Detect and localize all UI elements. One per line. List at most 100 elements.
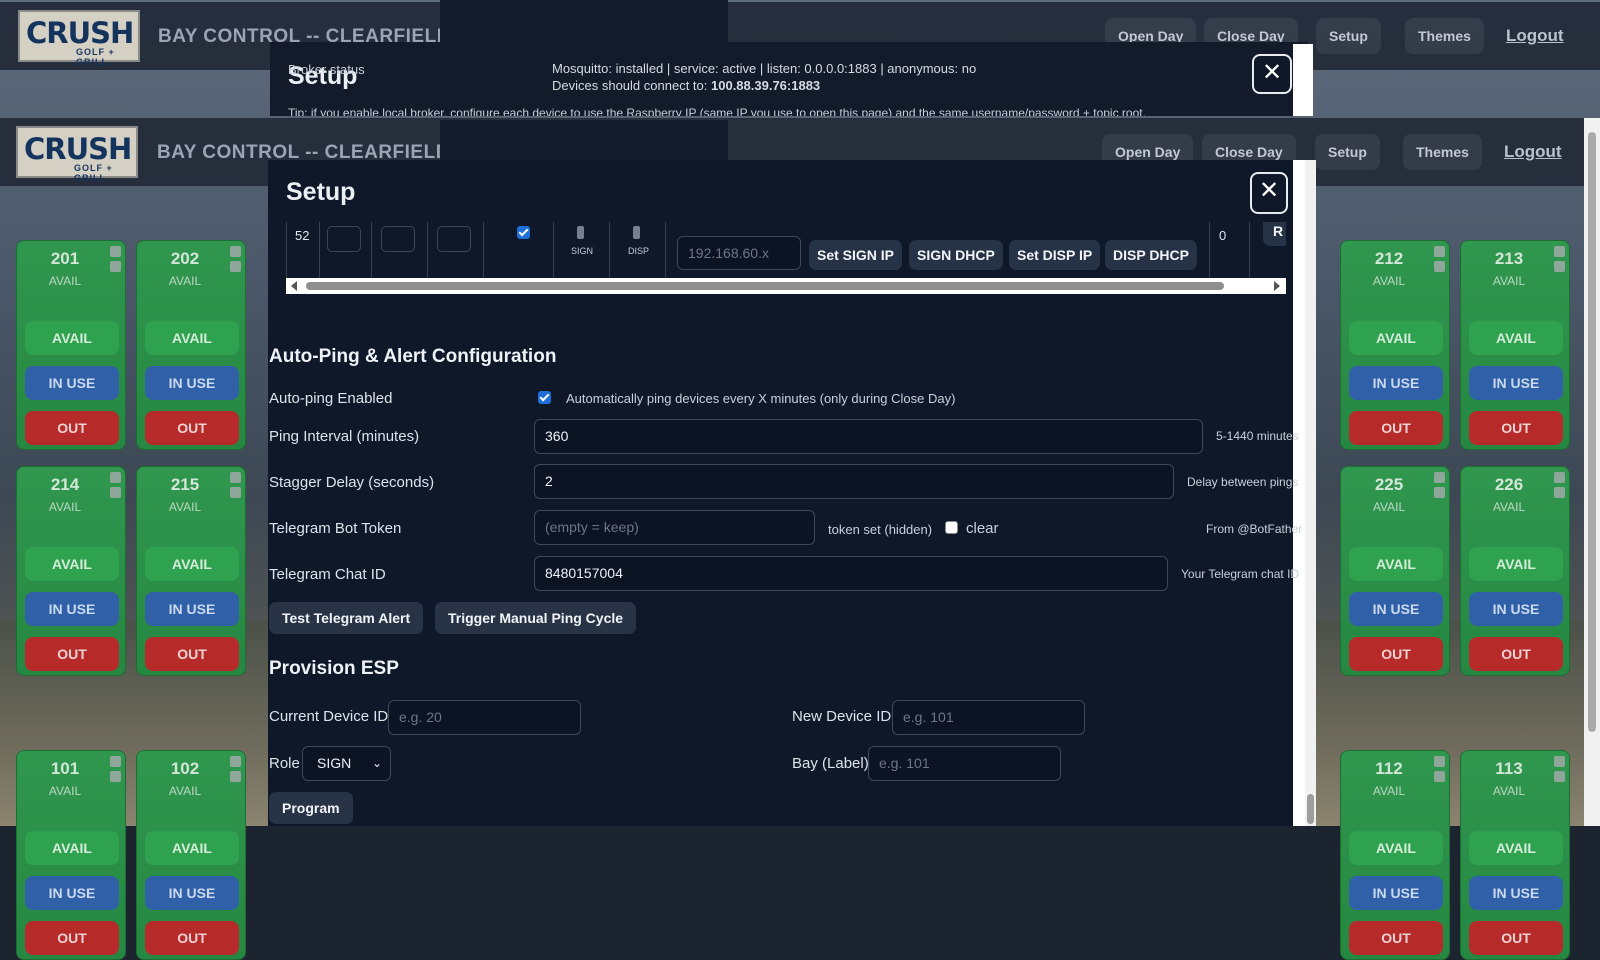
- themes-button[interactable]: Themes: [1405, 18, 1484, 54]
- bay-in-use-button[interactable]: IN USE: [1469, 366, 1563, 400]
- bay-out-button[interactable]: OUT: [1469, 921, 1563, 955]
- bay-in-use-button[interactable]: IN USE: [1349, 592, 1443, 626]
- bay-avail-button[interactable]: AVAIL: [1469, 831, 1563, 865]
- bay-in-use-button[interactable]: IN USE: [1349, 876, 1443, 910]
- bay-card: 215 AVAIL AVAIL IN USE OUT: [136, 466, 246, 676]
- bay-avail-button[interactable]: AVAIL: [145, 547, 239, 581]
- bay-label-input[interactable]: e.g. 101: [868, 746, 1061, 781]
- bay-avail-button[interactable]: AVAIL: [145, 321, 239, 355]
- sign-dhcp-button[interactable]: SIGN DHCP: [909, 240, 1003, 270]
- program-button[interactable]: Program: [269, 792, 353, 824]
- status-dot-icon: [110, 487, 121, 498]
- device-field-1[interactable]: [327, 226, 361, 252]
- connect-address: 100.88.39.76:1883: [711, 78, 821, 93]
- autoping-enabled-checkbox[interactable]: [538, 391, 551, 404]
- ping-interval-input[interactable]: 360: [534, 419, 1203, 454]
- logout-link[interactable]: Logout: [1504, 142, 1562, 162]
- bay-out-button[interactable]: OUT: [25, 921, 119, 955]
- bay-number: 212: [1374, 249, 1404, 268]
- bay-state: AVAIL: [48, 784, 82, 798]
- bay-out-button[interactable]: OUT: [1349, 411, 1443, 445]
- bay-out-button[interactable]: OUT: [145, 921, 239, 955]
- table-horizontal-scrollbar[interactable]: [286, 278, 1286, 294]
- logo-text: CRUSH: [26, 16, 134, 50]
- set-disp-ip-button[interactable]: Set DISP IP: [1009, 240, 1101, 270]
- telegram-chat-input[interactable]: 8480157004: [534, 556, 1168, 591]
- disp-dhcp-button[interactable]: DISP DHCP: [1105, 240, 1197, 270]
- bay-card: 214 AVAIL AVAIL IN USE OUT: [16, 466, 126, 676]
- stagger-delay-input[interactable]: 2: [534, 464, 1174, 499]
- current-device-input[interactable]: e.g. 20: [388, 700, 581, 735]
- telegram-token-input[interactable]: (empty = keep): [534, 510, 815, 545]
- logout-link[interactable]: Logout: [1506, 26, 1564, 46]
- bay-card: 202 AVAIL AVAIL IN USE OUT: [136, 240, 246, 450]
- setup-button[interactable]: Setup: [1316, 18, 1381, 54]
- set-sign-ip-button[interactable]: Set SIGN IP: [809, 240, 903, 270]
- clear-token-checkbox[interactable]: [945, 521, 958, 534]
- bay-in-use-button[interactable]: IN USE: [145, 366, 239, 400]
- device-enabled-checkbox[interactable]: [517, 226, 530, 239]
- setup-button[interactable]: Setup: [1315, 134, 1380, 170]
- test-telegram-alert-button[interactable]: Test Telegram Alert: [269, 602, 424, 634]
- scroll-right-icon[interactable]: [1274, 281, 1280, 291]
- modal-vertical-scrollbar[interactable]: [1305, 160, 1316, 826]
- chevron-down-icon: ⌄: [371, 756, 382, 770]
- bay-avail-button[interactable]: AVAIL: [1469, 321, 1563, 355]
- scroll-left-icon[interactable]: [291, 281, 297, 291]
- bay-in-use-button[interactable]: IN USE: [145, 592, 239, 626]
- bay-card: 213 AVAIL AVAIL IN USE OUT: [1460, 240, 1570, 450]
- bay-in-use-button[interactable]: IN USE: [1469, 876, 1563, 910]
- logo-text: CRUSH: [24, 132, 132, 166]
- bay-out-button[interactable]: OUT: [25, 637, 119, 671]
- trigger-ping-cycle-button[interactable]: Trigger Manual Ping Cycle: [435, 602, 637, 634]
- bay-in-use-button[interactable]: IN USE: [1349, 366, 1443, 400]
- bay-out-button[interactable]: OUT: [145, 411, 239, 445]
- row-action-button[interactable]: R: [1263, 222, 1286, 246]
- bay-state: AVAIL: [48, 500, 82, 514]
- close-icon[interactable]: ✕: [1250, 172, 1288, 214]
- status-dot-icon: [1434, 261, 1445, 272]
- autoping-enabled-label: Auto-ping Enabled: [269, 390, 393, 407]
- bay-number: 101: [50, 759, 80, 778]
- scroll-thumb[interactable]: [306, 282, 1224, 290]
- status-dot-icon: [1434, 756, 1445, 767]
- bay-state: AVAIL: [168, 500, 202, 514]
- bay-out-button[interactable]: OUT: [1469, 637, 1563, 671]
- bay-number: 225: [1374, 475, 1404, 494]
- bay-avail-button[interactable]: AVAIL: [145, 831, 239, 865]
- bay-out-button[interactable]: OUT: [1469, 411, 1563, 445]
- bay-out-button[interactable]: OUT: [1349, 921, 1443, 955]
- close-icon[interactable]: ✕: [1252, 54, 1292, 94]
- bay-number: 215: [170, 475, 200, 494]
- bay-in-use-button[interactable]: IN USE: [1469, 592, 1563, 626]
- bay-in-use-button[interactable]: IN USE: [25, 876, 119, 910]
- device-field-3[interactable]: [437, 226, 471, 252]
- bay-out-button[interactable]: OUT: [25, 411, 119, 445]
- bay-in-use-button[interactable]: IN USE: [25, 366, 119, 400]
- modal-scroll-thumb[interactable]: [1307, 794, 1314, 824]
- role-value: SIGN: [317, 755, 352, 771]
- bay-card: 102 AVAIL AVAIL IN USE OUT: [136, 750, 246, 960]
- bay-avail-button[interactable]: AVAIL: [1349, 321, 1443, 355]
- modal-edge: [1293, 160, 1305, 826]
- bay-number: 226: [1494, 475, 1524, 494]
- bay-avail-button[interactable]: AVAIL: [25, 547, 119, 581]
- bay-in-use-button[interactable]: IN USE: [145, 876, 239, 910]
- bay-out-button[interactable]: OUT: [145, 637, 239, 671]
- bay-out-button[interactable]: OUT: [1349, 637, 1443, 671]
- bay-avail-button[interactable]: AVAIL: [1349, 831, 1443, 865]
- role-select[interactable]: SIGN ⌄: [302, 746, 391, 781]
- themes-button[interactable]: Themes: [1403, 134, 1482, 170]
- device-field-2[interactable]: [381, 226, 415, 252]
- status-dot-icon: [110, 472, 121, 483]
- bay-avail-button[interactable]: AVAIL: [25, 831, 119, 865]
- bay-avail-button[interactable]: AVAIL: [25, 321, 119, 355]
- bay-avail-button[interactable]: AVAIL: [1349, 547, 1443, 581]
- token-status: token set (hidden): [828, 522, 933, 537]
- device-ip-input[interactable]: 192.168.60.x: [677, 236, 801, 270]
- window-vertical-scrollbar[interactable]: [1584, 118, 1600, 826]
- new-device-input[interactable]: e.g. 101: [892, 700, 1085, 735]
- bay-in-use-button[interactable]: IN USE: [25, 592, 119, 626]
- bay-avail-button[interactable]: AVAIL: [1469, 547, 1563, 581]
- window-scroll-thumb[interactable]: [1588, 132, 1596, 732]
